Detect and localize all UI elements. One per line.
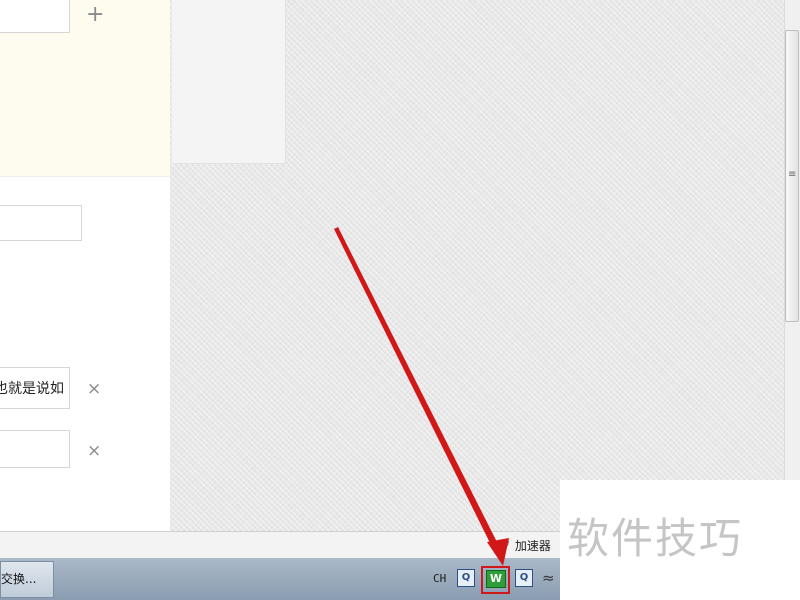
- arrow-shaft: [334, 227, 502, 555]
- arrow-head: [487, 538, 509, 566]
- annotation-arrow: [334, 227, 509, 566]
